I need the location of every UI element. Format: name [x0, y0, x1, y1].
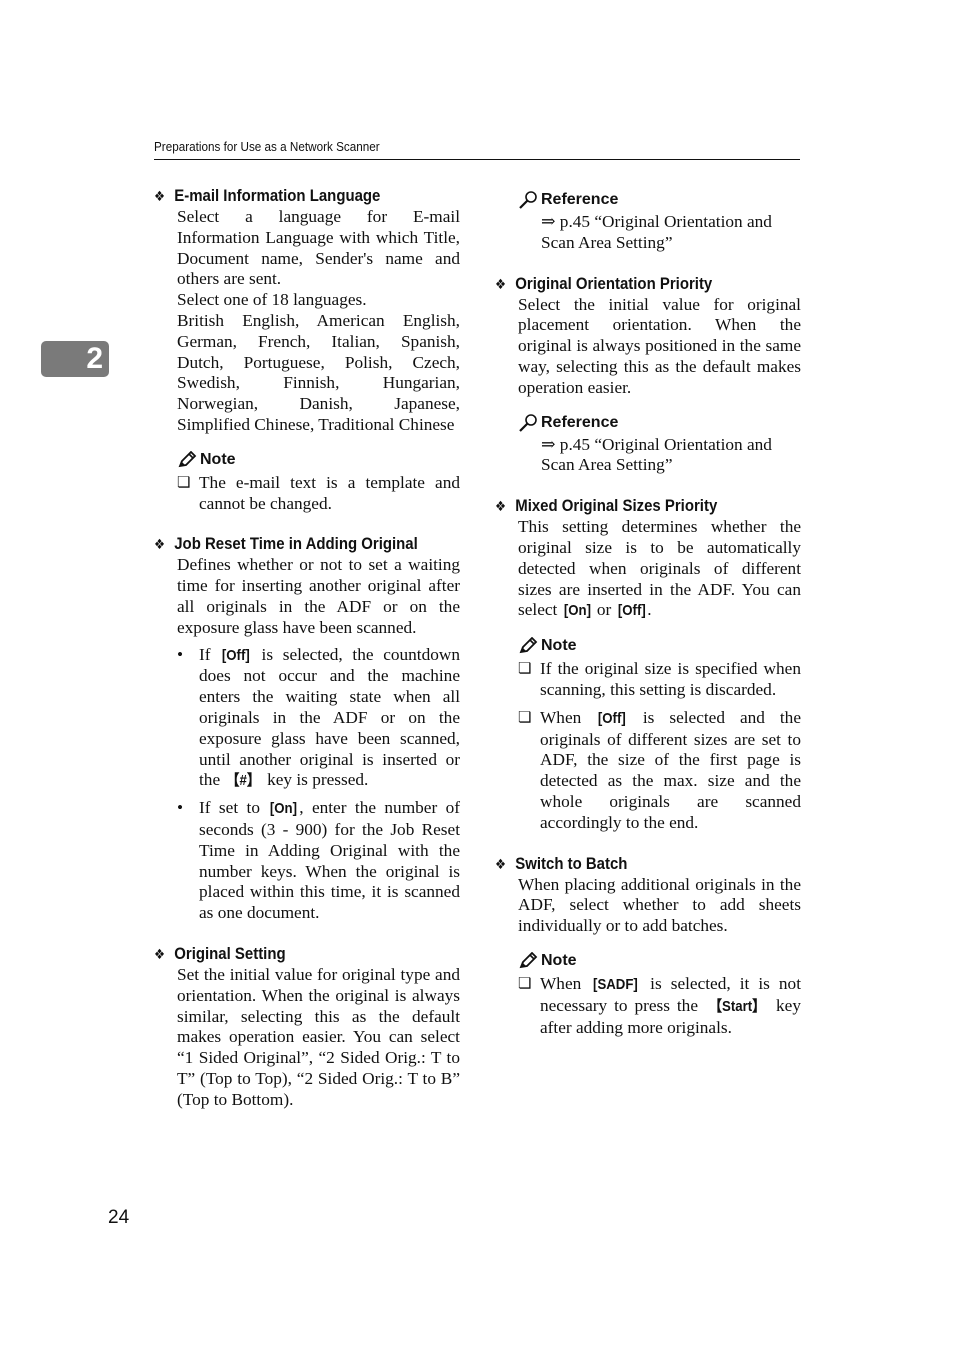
magnifier-icon: [519, 191, 537, 209]
reference-link[interactable]: ⇒ p.45 “Original Orientation and Scan Ar…: [541, 435, 801, 477]
softkey-label: [Off]: [222, 646, 250, 664]
page-number: 24: [108, 1207, 130, 1228]
hardkey-label: 【Start】: [708, 997, 766, 1015]
section-title: E-mail Information Language: [174, 186, 381, 205]
paragraph: This setting determines whether the orig…: [518, 517, 801, 622]
hardkey-label: 【#】: [226, 772, 261, 790]
note-item: ❏ When [Off] is selected and the origina…: [518, 707, 801, 832]
diamond-bullet-icon: ❖: [154, 536, 166, 553]
note-item: ❏ If the original size is specified when…: [518, 659, 801, 699]
section-orientation-priority: ❖ Original Orientation Priority Select t…: [495, 273, 801, 477]
section-original-setting: ❖ Original Setting Set the initial value…: [154, 943, 460, 1111]
reference-label: Reference: [541, 413, 619, 431]
note-label: Note: [541, 637, 577, 655]
language-list: British English, American English, Germa…: [177, 310, 460, 434]
note-label: Note: [541, 951, 577, 969]
reference-link[interactable]: ⇒ p.45 “Original Orientation and Scan Ar…: [541, 212, 801, 254]
paragraph: Select one of 18 languages.: [177, 290, 367, 310]
checkbox-square-icon: ❏: [177, 474, 191, 491]
softkey-label: [Off]: [617, 602, 646, 620]
paragraph: Select a language for E-mail Information…: [177, 207, 460, 289]
magnifier-icon: [519, 413, 537, 432]
note-label: Note: [200, 450, 236, 468]
diamond-bullet-icon: ❖: [154, 945, 166, 962]
checkbox-square-icon: ❏: [518, 661, 532, 678]
paragraph: Select the initial value for original pl…: [518, 294, 801, 397]
checkbox-square-icon: ❏: [518, 975, 532, 992]
section-job-reset-time: ❖ Job Reset Time in Adding Original Defi…: [154, 533, 460, 924]
list-item: • If set to [On], enter the number of se…: [177, 798, 461, 923]
left-column: ❖ E-mail Information Language Select a l…: [154, 185, 460, 1129]
section-title: Job Reset Time in Adding Original: [174, 534, 418, 554]
section-mixed-sizes: ❖ Mixed Original Sizes Priority This set…: [495, 495, 801, 833]
paragraph: Defines whether or not to set a waiting …: [177, 555, 460, 637]
softkey-label: [On]: [270, 800, 298, 818]
section-title: Switch to Batch: [515, 853, 628, 873]
diamond-bullet-icon: ❖: [154, 188, 166, 204]
paragraph: When placing additional originals in the…: [518, 874, 801, 936]
diamond-bullet-icon: ❖: [495, 855, 507, 872]
note-item: ❏ When [SADF] is selected, it is not nec…: [518, 973, 801, 1037]
section-title: Mixed Original Sizes Priority: [515, 496, 718, 516]
section-title: Original Setting: [174, 943, 286, 963]
checkbox-square-icon: ❏: [518, 709, 532, 726]
pencil-icon: [519, 951, 538, 969]
section-email-language: ❖ E-mail Information Language Select a l…: [154, 185, 460, 514]
running-header: Preparations for Use as a Network Scanne…: [154, 139, 380, 154]
note-box: Note ❏ If the original size is specified…: [518, 636, 801, 833]
right-column: Reference ⇒ p.45 “Original Orientation a…: [495, 190, 801, 1057]
reference-label: Reference: [541, 191, 619, 208]
pencil-icon: [178, 450, 197, 467]
diamond-bullet-icon: ❖: [495, 275, 507, 292]
section-switch-to-batch: ❖ Switch to Batch When placing additiona…: [495, 853, 801, 1039]
softkey-label: [Off]: [598, 709, 626, 727]
reference-box: Reference ⇒ p.45 “Original Orientation a…: [495, 190, 801, 254]
note-box: Note ❏ When [SADF] is selected, it is no…: [518, 951, 801, 1038]
reference-box: Reference ⇒ p.45 “Original Orientation a…: [518, 413, 801, 477]
header-rule: [154, 159, 800, 160]
list-item: • If [Off] is selected, the countdown do…: [177, 645, 460, 793]
note-box: Note ❏ The e-mail text is a template and…: [177, 450, 460, 515]
note-item: ❏ The e-mail text is a template and cann…: [177, 472, 460, 513]
section-title: Original Orientation Priority: [515, 273, 713, 293]
bullet-icon: •: [177, 644, 184, 664]
chapter-tab: 2: [41, 341, 109, 377]
softkey-label: [SADF]: [593, 975, 639, 993]
softkey-label: [On]: [563, 602, 591, 620]
diamond-bullet-icon: ❖: [495, 498, 507, 515]
bullet-icon: •: [177, 798, 184, 818]
paragraph: Set the initial value for original type …: [177, 964, 460, 1109]
pencil-icon: [519, 637, 538, 654]
